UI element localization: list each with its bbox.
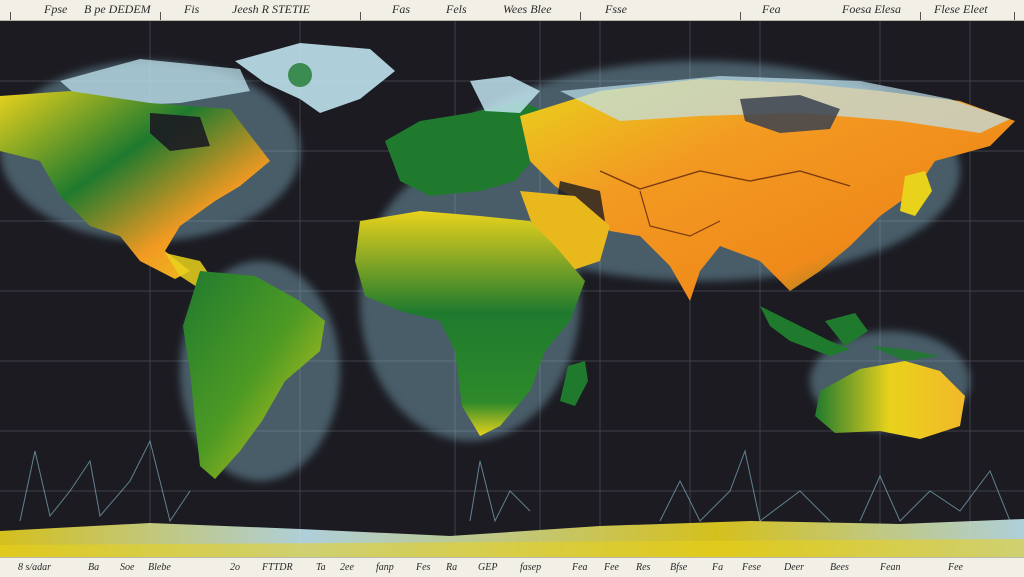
signal-traces: [19, 439, 1011, 523]
footer-label: FTTDR: [262, 562, 293, 573]
footer-label: Fee: [948, 562, 963, 573]
footer-label: Ta: [316, 562, 326, 573]
footer-label: Ra: [446, 562, 458, 573]
footer-label: 8 s/adar: [18, 562, 52, 573]
footer-label: Fea: [572, 562, 588, 573]
footer-label: 2o: [230, 562, 240, 573]
footer-label: Blebe: [148, 562, 171, 573]
footer-label: Fes: [416, 562, 431, 573]
footer-label: Bees: [830, 562, 849, 573]
footer-label: Ba: [88, 562, 100, 573]
world-map: [0, 21, 1024, 557]
footer-label: fanp: [376, 562, 394, 573]
header-label: Fels: [446, 2, 467, 16]
top-scale-bar: Fpse B pe DEDEM Fis Jeesh R STETIE Fas F…: [0, 0, 1024, 21]
footer-label: Fee: [604, 562, 619, 573]
footer-label: Res: [636, 562, 651, 573]
header-label: Fas: [392, 2, 410, 16]
footer-label: Soe: [120, 562, 135, 573]
header-label: Flese Eleet: [934, 2, 988, 16]
header-label: Fsse: [605, 2, 627, 16]
header-label: Foesa Elesa: [842, 2, 901, 16]
header-label: Fis: [184, 2, 200, 16]
header-label: Fpse: [44, 2, 68, 16]
bottom-scale-bar: 8 s/adar Ba Soe Blebe 2o FTTDR Ta 2ee fa…: [0, 557, 1024, 577]
header-label: Fea: [762, 2, 781, 16]
footer-label: fasep: [520, 562, 542, 573]
footer-label: Deer: [784, 562, 804, 573]
world-map-svg: [0, 21, 1024, 557]
footer-label: 2ee: [340, 562, 354, 573]
header-label: Jeesh R STETIE: [232, 2, 310, 16]
footer-label: GEP: [478, 562, 498, 573]
footer-label: Fese: [742, 562, 761, 573]
footer-label: Bfse: [670, 562, 688, 573]
header-label: B pe DEDEM: [84, 2, 151, 16]
footer-label: Fean: [880, 562, 901, 573]
footer-label: Fa: [712, 562, 724, 573]
header-label: Wees Blee: [503, 2, 552, 16]
